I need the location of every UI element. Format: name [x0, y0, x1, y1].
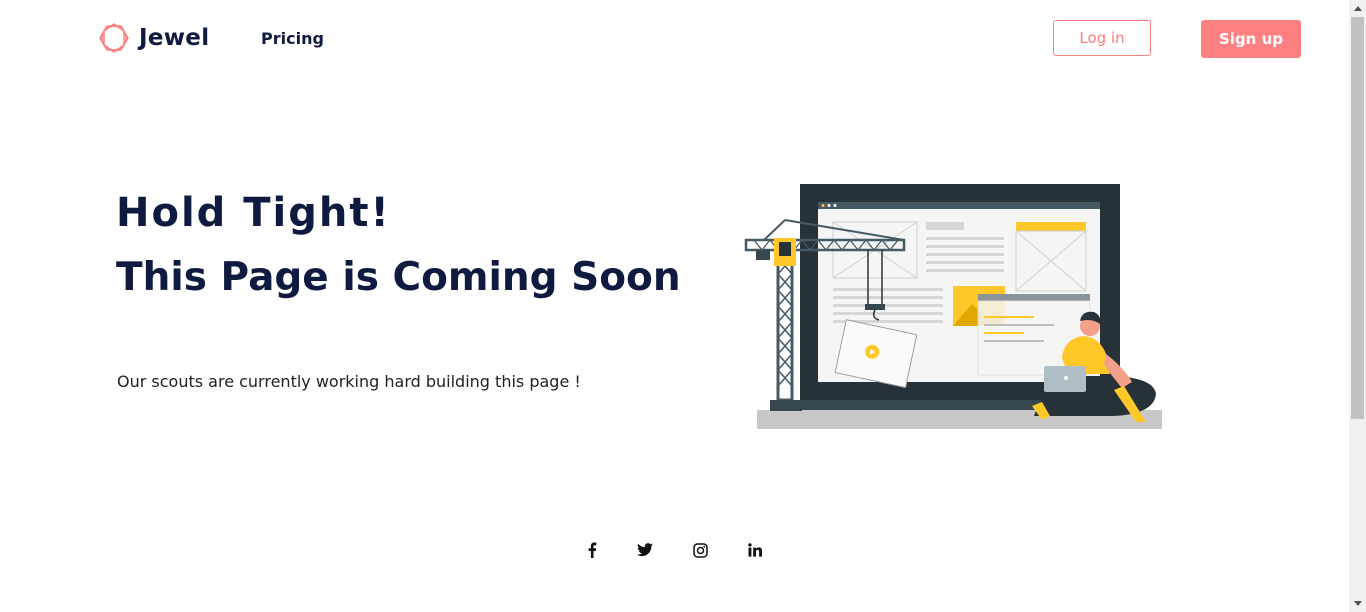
brand-name: Jewel: [139, 25, 210, 51]
jewel-logo-icon: [99, 23, 129, 53]
scrollbar-thumb[interactable]: [1351, 17, 1364, 419]
signup-button[interactable]: Sign up: [1201, 20, 1301, 58]
hero-subtitle: Our scouts are currently working hard bu…: [117, 372, 581, 391]
page: Jewel Pricing Log in Sign up Hold Tight!…: [0, 0, 1349, 612]
facebook-icon[interactable]: [582, 540, 602, 560]
nav-pricing-link[interactable]: Pricing: [261, 29, 324, 48]
under-construction-illustration: [744, 184, 1162, 429]
scroll-up-arrow-icon[interactable]: [1349, 0, 1366, 17]
scroll-down-arrow-icon[interactable]: [1349, 595, 1366, 612]
vertical-scrollbar[interactable]: [1349, 0, 1366, 612]
hero-title-line1: Hold Tight!: [116, 190, 391, 236]
brand-logo[interactable]: Jewel: [98, 22, 209, 54]
login-button[interactable]: Log in: [1053, 20, 1151, 56]
linkedin-icon[interactable]: [745, 540, 765, 560]
hero-title-line2: This Page is Coming Soon: [116, 255, 681, 300]
twitter-icon[interactable]: [635, 540, 655, 560]
instagram-icon[interactable]: [690, 540, 710, 560]
